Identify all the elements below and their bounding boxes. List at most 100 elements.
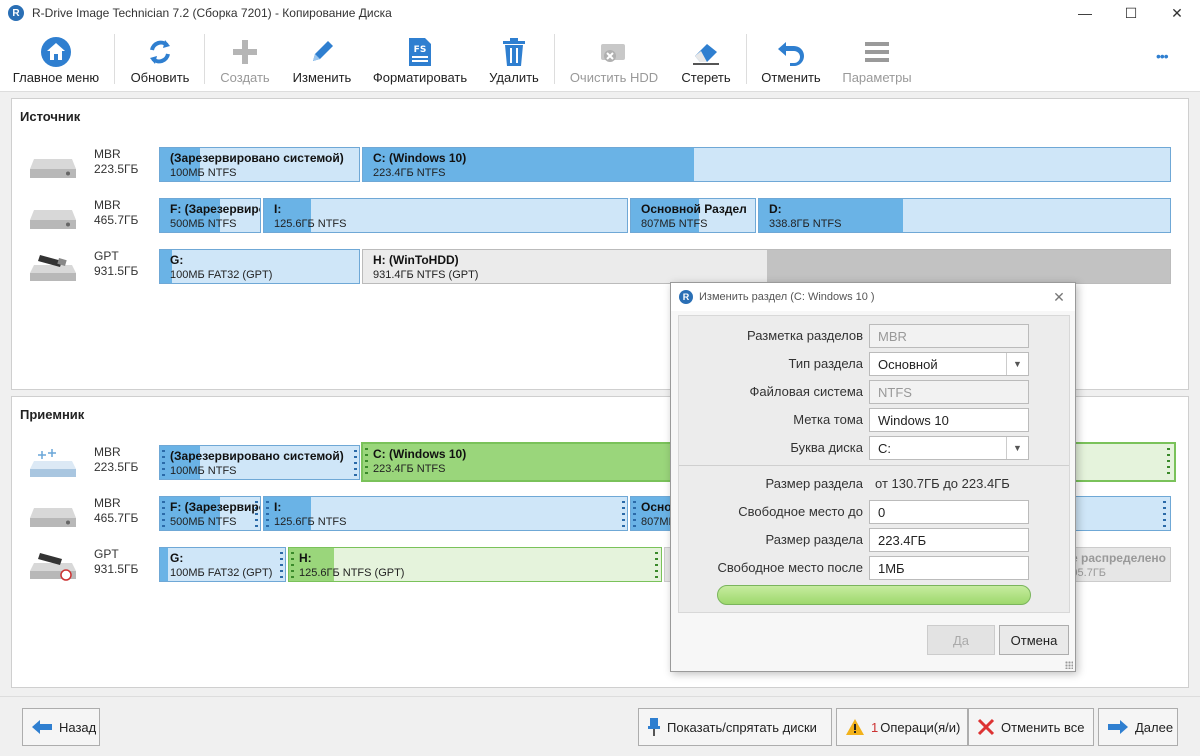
title-bar: R R-Drive Image Technician 7.2 (Сборка 7…	[0, 0, 1200, 26]
partition[interactable]: F: (Зарезервировано системой) 500МБ NTFS	[159, 198, 261, 233]
partition[interactable]: (Зарезервировано системой) 100МБ NTFS	[159, 147, 360, 182]
size-range-text: от 130.7ГБ до 223.4ГБ	[875, 476, 1010, 491]
hdd-sparkle-icon	[30, 449, 76, 477]
target-disk-3[interactable]: GPT 931.5ГБ	[26, 547, 166, 583]
target-title: Приемник	[20, 407, 85, 422]
hdd-icon	[30, 508, 76, 527]
refresh-button[interactable]: Обновить	[120, 26, 200, 92]
show-hide-disks-button[interactable]: Показать/спрятать диски	[638, 708, 832, 746]
filesystem-field: NTFS	[869, 380, 1029, 404]
usb-drive-icon	[30, 553, 76, 581]
free-before-input[interactable]: 0	[869, 500, 1029, 524]
partition[interactable]: C: (Windows 10) 223.4ГБ NTFS	[362, 147, 1171, 182]
source-disk-1[interactable]: MBR 223.5ГБ	[26, 147, 166, 183]
arrow-left-icon	[32, 720, 52, 734]
source-disk-3[interactable]: GPT 931.5ГБ	[26, 249, 166, 285]
partition[interactable]: D: 338.8ГБ NTFS	[758, 198, 1171, 233]
bottom-bar: Назад Показать/спрятать диски 1 Операци(…	[0, 696, 1200, 756]
chevron-down-icon: ▼	[1006, 353, 1028, 375]
drive-letter-select[interactable]: C: ▼	[869, 436, 1029, 460]
partition[interactable]: (Зарезервировано системой) 100МБ NTFS	[159, 445, 360, 480]
home-icon	[41, 37, 71, 67]
source-disk-2[interactable]: MBR 465.7ГБ	[26, 198, 166, 234]
pin-icon	[648, 718, 660, 736]
hdd-icon	[30, 159, 76, 178]
dialog-title-bar: R Изменить раздел (C: Windows 10 )	[671, 283, 1075, 311]
dialog-form: Разметка разделов MBR Тип раздела Основн…	[678, 315, 1070, 613]
target-disk-1[interactable]: MBR 223.5ГБ	[26, 445, 166, 481]
disk-size: 223.5ГБ	[94, 460, 139, 474]
dialog-close-button[interactable]: ✕	[1049, 287, 1069, 307]
edit-button[interactable]: Изменить	[284, 26, 360, 92]
partition[interactable]: F: (Зарезервировано системой) 500МБ NTFS	[159, 496, 261, 531]
clear-hdd-icon	[601, 44, 625, 62]
partition-scheme-field: MBR	[869, 324, 1029, 348]
partition[interactable]: H: 125.6ГБ NTFS (GPT)	[288, 547, 662, 582]
partition[interactable]: H: (WinToHDD) 931.4ГБ NTFS (GPT)	[362, 249, 1171, 284]
parameters-button[interactable]: Параметры	[834, 26, 920, 92]
window-title: R-Drive Image Technician 7.2 (Сборка 720…	[32, 6, 392, 20]
partition[interactable]: I: 125.6ГБ NTFS	[263, 496, 628, 531]
plus-icon	[233, 40, 257, 64]
cancel-all-button[interactable]: Отменить все	[968, 708, 1094, 746]
partition-size-input[interactable]: 223.4ГБ	[869, 528, 1029, 552]
source-title: Источник	[20, 109, 81, 124]
disk-size: 931.5ГБ	[94, 264, 139, 278]
undo-button[interactable]: Отменить	[754, 26, 828, 92]
main-menu-button[interactable]: Главное меню	[6, 26, 106, 92]
back-button[interactable]: Назад	[22, 708, 100, 746]
eraser-icon	[693, 44, 719, 65]
next-button[interactable]: Далее	[1098, 708, 1178, 746]
create-button[interactable]: Создать	[208, 26, 282, 92]
close-window-button[interactable]: ✕	[1154, 0, 1200, 26]
warning-icon	[846, 719, 864, 735]
app-logo-icon: R	[8, 5, 24, 21]
disk-style: MBR	[94, 496, 121, 510]
dialog-title: Изменить раздел (C: Windows 10 )	[699, 291, 875, 303]
disk-size: 465.7ГБ	[94, 213, 139, 227]
svg-text:FS: FS	[414, 45, 427, 55]
clear-hdd-button[interactable]: Очистить HDD	[560, 26, 668, 92]
more-options-button[interactable]: •••	[1156, 48, 1169, 64]
trash-icon	[503, 38, 525, 66]
edit-partition-dialog: R Изменить раздел (C: Windows 10 ) ✕ Раз…	[670, 282, 1076, 672]
minimize-button[interactable]: —	[1062, 0, 1108, 26]
erase-button[interactable]: Стереть	[672, 26, 740, 92]
disk-style: MBR	[94, 147, 121, 161]
partition[interactable]: Основной Раздел 807МБ NTFS	[630, 198, 756, 233]
usb-drive-icon	[30, 255, 76, 281]
format-button[interactable]: FS Форматировать	[364, 26, 476, 92]
disk-style: MBR	[94, 198, 121, 212]
hdd-icon	[30, 210, 76, 229]
arrow-right-icon	[1108, 720, 1128, 734]
target-disk-2[interactable]: MBR 465.7ГБ	[26, 496, 166, 532]
disk-size: 223.5ГБ	[94, 162, 139, 176]
partition[interactable]: G: 100МБ FAT32 (GPT)	[159, 547, 286, 582]
format-fs-icon: FS	[409, 38, 431, 66]
app-logo-icon: R	[679, 290, 693, 304]
volume-label-input[interactable]: Windows 10	[869, 408, 1029, 432]
cancel-button[interactable]: Отмена	[999, 625, 1069, 655]
partition-size-slider[interactable]	[717, 585, 1031, 605]
red-x-icon	[977, 718, 995, 736]
maximize-button[interactable]: ☐	[1108, 0, 1154, 26]
menu-lines-icon	[865, 42, 889, 62]
operations-button[interactable]: 1 Операци(я/и)	[836, 708, 968, 746]
pencil-icon	[313, 41, 333, 61]
chevron-down-icon: ▼	[1006, 437, 1028, 459]
disk-size: 465.7ГБ	[94, 511, 139, 525]
partition-type-select[interactable]: Основной ▼	[869, 352, 1029, 376]
resize-grip[interactable]	[1065, 661, 1073, 669]
toolbar: Главное меню Обновить Создать Изменить F…	[0, 26, 1200, 92]
delete-button[interactable]: Удалить	[480, 26, 548, 92]
undo-icon	[778, 42, 804, 66]
disk-style: GPT	[94, 249, 119, 263]
disk-size: 931.5ГБ	[94, 562, 139, 576]
partition[interactable]: I: 125.6ГБ NTFS	[263, 198, 628, 233]
disk-style: MBR	[94, 445, 121, 459]
ok-button[interactable]: Да	[927, 625, 995, 655]
free-after-input[interactable]: 1МБ	[869, 556, 1029, 580]
disk-style: GPT	[94, 547, 119, 561]
partition[interactable]: G: 100МБ FAT32 (GPT)	[159, 249, 360, 284]
refresh-icon	[150, 40, 170, 64]
